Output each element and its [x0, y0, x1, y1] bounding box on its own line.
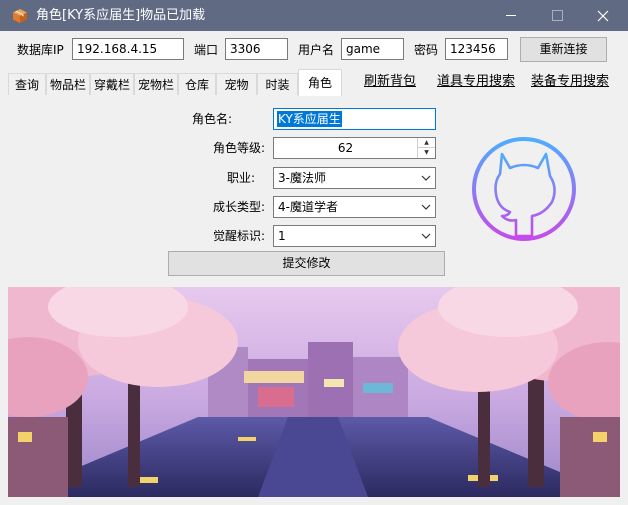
cherry-blossom-banner — [8, 287, 620, 497]
tab-inventory[interactable]: 物品栏 — [46, 73, 90, 95]
refresh-bag-link[interactable]: 刷新背包 — [364, 73, 416, 91]
reconnect-button[interactable]: 重新连接 — [520, 37, 607, 62]
app-window: 角色[KY系应届生]物品已加载 数据库IP 192.168.4.15 端口 33… — [0, 0, 628, 505]
tab-query[interactable]: 查询 — [8, 73, 46, 95]
user-input[interactable]: game — [341, 38, 404, 60]
tab-pet-bag[interactable]: 宠物栏 — [134, 73, 178, 95]
minimize-button[interactable] — [488, 0, 534, 31]
close-icon — [597, 10, 609, 21]
job-select-value: 3-魔法师 — [278, 171, 326, 185]
package-icon — [13, 9, 27, 23]
name-input-value: KY系应届生 — [277, 111, 342, 127]
level-stepper[interactable]: 62 ▲ ▼ — [273, 137, 436, 159]
port-input[interactable]: 3306 — [225, 38, 288, 60]
level-label: 角色等级: — [212, 141, 265, 155]
name-input[interactable]: KY系应届生 — [273, 108, 436, 130]
job-select[interactable]: 3-魔法师 — [273, 167, 436, 189]
github-octocat-icon — [472, 137, 576, 241]
awaken-select-value: 1 — [278, 229, 286, 243]
tab-character[interactable]: 角色 — [298, 69, 342, 96]
submit-button[interactable]: 提交修改 — [168, 251, 445, 276]
chevron-down-icon — [421, 175, 431, 181]
password-input[interactable]: 123456 — [445, 38, 508, 60]
close-button[interactable] — [580, 0, 626, 31]
awaken-select[interactable]: 1 — [273, 225, 436, 247]
awaken-label: 觉醒标识: — [212, 229, 265, 243]
db-ip-label: 数据库IP — [17, 43, 64, 57]
level-stepper-buttons: ▲ ▼ — [417, 138, 435, 158]
equip-search-link[interactable]: 装备专用搜索 — [531, 73, 609, 91]
decrement-button[interactable]: ▼ — [418, 148, 435, 158]
tab-storage[interactable]: 仓库 — [178, 73, 216, 95]
tab-fashion[interactable]: 时装 — [257, 73, 298, 95]
window-title: 角色[KY系应届生]物品已加载 — [36, 8, 206, 23]
db-ip-input[interactable]: 192.168.4.15 — [72, 38, 184, 60]
job-label: 职业: — [226, 171, 255, 185]
name-label: 角色名: — [191, 112, 232, 126]
growth-select[interactable]: 4-魔道学者 — [273, 196, 436, 218]
port-label: 端口 — [194, 43, 219, 57]
minimize-icon — [506, 15, 516, 16]
chevron-down-icon — [421, 204, 431, 210]
maximize-icon — [551, 10, 563, 21]
user-label: 用户名 — [298, 43, 335, 57]
title-bar: 角色[KY系应届生]物品已加载 — [0, 0, 628, 31]
growth-label: 成长类型: — [212, 200, 265, 214]
growth-select-value: 4-魔道学者 — [278, 200, 338, 214]
level-value: 62 — [337, 141, 354, 155]
item-search-link[interactable]: 道具专用搜索 — [437, 73, 515, 91]
maximize-button[interactable] — [534, 0, 580, 31]
tab-strip: 查询 物品栏 穿戴栏 宠物栏 仓库 宠物 时装 角色 — [8, 69, 620, 96]
tab-equipped[interactable]: 穿戴栏 — [90, 73, 134, 95]
chevron-down-icon — [421, 233, 431, 239]
password-label: 密码 — [414, 43, 439, 57]
tab-pets[interactable]: 宠物 — [216, 73, 257, 95]
